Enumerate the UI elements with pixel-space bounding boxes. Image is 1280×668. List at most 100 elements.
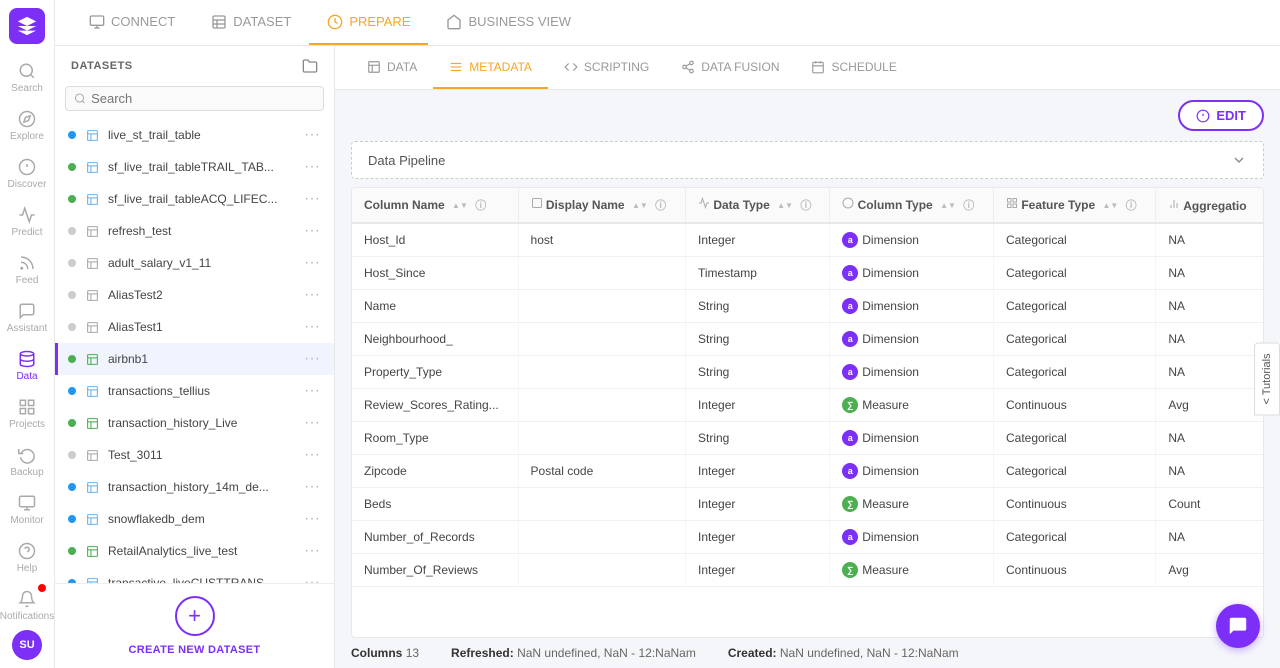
- chat-button[interactable]: [1216, 604, 1260, 648]
- tutorials-tab[interactable]: < Tutorials: [1254, 342, 1280, 415]
- dataset-more-btn[interactable]: ···: [302, 350, 322, 368]
- nav-connect[interactable]: CONNECT: [71, 0, 193, 45]
- table-row[interactable]: Room_Type String a Dimension Categorical…: [352, 422, 1263, 455]
- table-row[interactable]: Zipcode Postal code Integer a Dimension …: [352, 455, 1263, 488]
- schedule-tab-icon: [811, 60, 825, 74]
- table-row[interactable]: Property_Type String a Dimension Categor…: [352, 356, 1263, 389]
- list-item[interactable]: RetailAnalytics_live_test ···: [55, 535, 334, 567]
- table-row[interactable]: Beds Integer ∑ Measure Continuous Count: [352, 488, 1263, 521]
- table-row[interactable]: Number_of_Records Integer a Dimension Ca…: [352, 521, 1263, 554]
- dataset-more-btn[interactable]: ···: [302, 158, 322, 176]
- sidebar-item-predict[interactable]: Predict: [0, 198, 54, 246]
- table-row[interactable]: Name String a Dimension Categorical NA: [352, 290, 1263, 323]
- sort-icon[interactable]: ▲▼: [940, 201, 956, 210]
- edit-button[interactable]: EDIT: [1178, 100, 1264, 131]
- sidebar-item-projects[interactable]: Projects: [0, 390, 54, 438]
- sort-icon[interactable]: ▲▼: [632, 201, 648, 210]
- search-wrap[interactable]: [65, 86, 324, 111]
- table-row[interactable]: Review_Scores_Rating... Integer ∑ Measur…: [352, 389, 1263, 422]
- sidebar-item-feed[interactable]: Feed: [0, 246, 54, 294]
- cell-aggregation: NA: [1156, 257, 1263, 290]
- sidebar-item-help[interactable]: Help: [0, 534, 54, 582]
- sidebar-item-search[interactable]: Search: [0, 54, 54, 102]
- nav-connect-label: CONNECT: [111, 14, 175, 29]
- dataset-more-btn[interactable]: ···: [302, 574, 322, 583]
- list-item[interactable]: Test_3011 ···: [55, 439, 334, 471]
- list-item[interactable]: transactions_tellius ···: [55, 375, 334, 407]
- list-item[interactable]: airbnb1 ···: [55, 343, 334, 375]
- dataset-more-btn[interactable]: ···: [302, 286, 322, 304]
- list-item[interactable]: sf_live_trail_tableTRAIL_TAB... ···: [55, 151, 334, 183]
- tab-data-fusion[interactable]: DATA FUSION: [665, 46, 795, 89]
- cell-feature-type: Categorical: [993, 290, 1155, 323]
- table-row[interactable]: Neighbourhood_ String a Dimension Catego…: [352, 323, 1263, 356]
- avatar[interactable]: SU: [12, 630, 42, 660]
- status-dot: [68, 259, 76, 267]
- pipeline-section[interactable]: Data Pipeline: [351, 141, 1264, 179]
- dataset-more-btn[interactable]: ···: [302, 542, 322, 560]
- dataset-more-btn[interactable]: ···: [302, 510, 322, 528]
- search-input[interactable]: [91, 91, 315, 106]
- list-item[interactable]: transactive_liveCUSTTRANS... ···: [55, 567, 334, 583]
- folder-icon[interactable]: [302, 58, 318, 74]
- info-icon[interactable]: ⓘ: [655, 200, 666, 212]
- sort-icon[interactable]: ▲▼: [452, 201, 468, 210]
- dataset-more-btn[interactable]: ···: [302, 414, 322, 432]
- create-dataset-button[interactable]: +: [175, 596, 215, 636]
- nav-prepare[interactable]: PREPARE: [309, 0, 428, 45]
- sidebar-item-backup[interactable]: Backup: [0, 438, 54, 486]
- table-row[interactable]: Host_Id host Integer a Dimension Categor…: [352, 223, 1263, 257]
- dataset-more-btn[interactable]: ···: [302, 446, 322, 464]
- sidebar-item-label: Notifications: [0, 611, 54, 622]
- table-row[interactable]: Host_Since Timestamp a Dimension Categor…: [352, 257, 1263, 290]
- nav-business-view[interactable]: BUSINESS VIEW: [428, 0, 589, 45]
- list-item[interactable]: refresh_test ···: [55, 215, 334, 247]
- info-icon[interactable]: ⓘ: [800, 200, 811, 212]
- tab-data[interactable]: DATA: [351, 46, 433, 89]
- list-item[interactable]: live_st_trail_table ···: [55, 119, 334, 151]
- dataset-more-btn[interactable]: ···: [302, 318, 322, 336]
- list-item[interactable]: transaction_history_Live ···: [55, 407, 334, 439]
- list-item[interactable]: sf_live_trail_tableACQ_LIFEC... ···: [55, 183, 334, 215]
- dataset-more-btn[interactable]: ···: [302, 190, 322, 208]
- data-tab-icon: [367, 60, 381, 74]
- table-row[interactable]: Number_Of_Reviews Integer ∑ Measure Cont…: [352, 554, 1263, 587]
- list-item[interactable]: snowflakedb_dem ···: [55, 503, 334, 535]
- info-icon[interactable]: ⓘ: [1126, 200, 1137, 212]
- nav-dataset[interactable]: DATASET: [193, 0, 309, 45]
- cell-column-type: a Dimension: [830, 422, 994, 455]
- dataset-more-btn[interactable]: ···: [302, 222, 322, 240]
- sidebar-item-assistant[interactable]: Assistant: [0, 294, 54, 342]
- dataset-more-btn[interactable]: ···: [302, 478, 322, 496]
- info-icon[interactable]: ⓘ: [963, 200, 974, 212]
- list-item[interactable]: AliasTest2 ···: [55, 279, 334, 311]
- dataset-type-icon: [84, 127, 100, 143]
- notification-badge: [38, 584, 46, 592]
- info-icon[interactable]: ⓘ: [475, 200, 486, 212]
- list-item[interactable]: adult_salary_v1_11 ···: [55, 247, 334, 279]
- sort-icon[interactable]: ▲▼: [1102, 201, 1118, 210]
- cell-display-name: [518, 257, 685, 290]
- sidebar-item-label: Explore: [10, 131, 44, 142]
- tab-scripting[interactable]: SCRIPTING: [548, 46, 665, 89]
- tab-schedule[interactable]: SCHEDULE: [795, 46, 912, 89]
- dataset-more-btn[interactable]: ···: [302, 126, 322, 144]
- app-logo[interactable]: [9, 8, 45, 44]
- sort-icon[interactable]: ▲▼: [777, 201, 793, 210]
- sidebar-item-explore[interactable]: Explore: [0, 102, 54, 150]
- dataset-more-btn[interactable]: ···: [302, 382, 322, 400]
- status-dot: [68, 131, 76, 139]
- sidebar-item-notifications[interactable]: Notifications: [0, 582, 54, 630]
- sidebar-item-data[interactable]: Data: [0, 342, 54, 390]
- dataset-name: snowflakedb_dem: [108, 512, 294, 526]
- list-item[interactable]: AliasTest1 ···: [55, 311, 334, 343]
- sidebar-item-monitor[interactable]: Monitor: [0, 486, 54, 534]
- cell-feature-type: Categorical: [993, 257, 1155, 290]
- list-item[interactable]: transaction_history_14m_de... ···: [55, 471, 334, 503]
- tab-metadata[interactable]: METADATA: [433, 46, 548, 89]
- dimension-badge: a: [842, 298, 858, 314]
- dataset-more-btn[interactable]: ···: [302, 254, 322, 272]
- cell-feature-type: Categorical: [993, 455, 1155, 488]
- sidebar-item-discover[interactable]: Discover: [0, 150, 54, 198]
- dataset-type-icon: [84, 415, 100, 431]
